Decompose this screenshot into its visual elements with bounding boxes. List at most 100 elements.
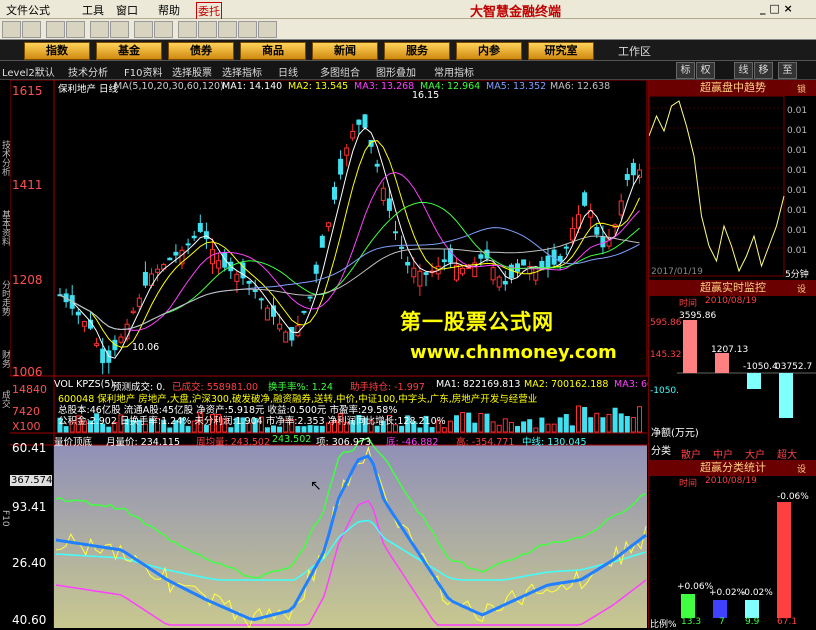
tab-move[interactable]: 移 <box>754 62 773 79</box>
tab-right[interactable]: 权 <box>696 62 715 79</box>
split-icon[interactable] <box>258 21 277 38</box>
nav-bond[interactable]: 债券 <box>168 42 234 60</box>
nav-news[interactable]: 新闻 <box>312 42 378 60</box>
candle-body <box>624 174 630 180</box>
menu-tools[interactable]: 工具 <box>82 2 104 18</box>
candle-body <box>630 162 636 176</box>
nav-insider[interactable]: 内参 <box>456 42 522 60</box>
sub-daily[interactable]: 日线 <box>278 64 298 79</box>
nav-fund[interactable]: 基金 <box>96 42 162 60</box>
candle-body <box>344 147 350 156</box>
sub-tech[interactable]: 技术分析 <box>68 64 108 79</box>
volume-bar <box>624 416 630 433</box>
nav-service[interactable]: 服务 <box>384 42 450 60</box>
nav-index[interactable]: 指数 <box>24 42 90 60</box>
volume-bar <box>429 427 435 433</box>
nav-bar: 指数 基金 债券 商品 新闻 服务 内参 研究室 工作区 <box>0 40 816 61</box>
candle-body <box>283 331 289 343</box>
cat-retail: 散户 <box>681 450 701 461</box>
tab-to[interactable]: 至 <box>778 62 797 79</box>
candle-body <box>490 267 496 281</box>
candle-body <box>563 246 569 249</box>
pct-xlarge: -0.06% <box>777 492 809 502</box>
menu-window[interactable]: 窗口 <box>116 2 138 18</box>
nav-research[interactable]: 研究室 <box>528 42 594 60</box>
candle-body <box>380 187 386 201</box>
volume-bar <box>527 419 533 433</box>
ind-y-1: 60.41 <box>12 441 47 455</box>
left-tab-basic[interactable]: 基本资料 <box>0 210 10 260</box>
volume-bar <box>374 425 380 433</box>
tab-line[interactable]: 线 <box>734 62 753 79</box>
menu-trade[interactable]: 委托 <box>196 2 222 20</box>
candle-body <box>582 192 588 206</box>
volume-bar <box>569 425 575 433</box>
trend-lock-tab[interactable]: 锁 <box>797 82 806 95</box>
volume-bar <box>539 417 545 433</box>
volume-bar <box>484 413 490 433</box>
vol-y-14840: 14840 <box>12 383 47 396</box>
sub-f10[interactable]: F10资料 <box>124 64 162 79</box>
flag-icon[interactable] <box>2 21 21 38</box>
candle-body <box>197 223 203 232</box>
sub-multi[interactable]: 多图组合 <box>320 64 360 79</box>
sub-select-indicator[interactable]: 选择指标 <box>222 64 262 79</box>
left-tab-finance[interactable]: 财务 <box>0 350 10 380</box>
candle-body <box>521 259 527 266</box>
trend-period[interactable]: 5分钟 <box>785 267 809 280</box>
sub-common[interactable]: 常用指标 <box>434 64 474 79</box>
stock-fundamentals-2: 公积金:2.902 日换手率:1.24% 未分利润:1.904 市净率:2.35… <box>58 416 446 427</box>
candle-body <box>264 307 270 321</box>
trend-title: 超赢盘中趋势 <box>700 81 766 94</box>
monitor-date: 2010/08/19 <box>705 296 757 306</box>
volume-bar <box>106 426 112 433</box>
chart-icon[interactable] <box>46 21 65 38</box>
monitor-val-2: 1207.13 <box>711 345 749 355</box>
news-icon[interactable] <box>134 21 153 38</box>
monitor-val-3: -1050.4 <box>743 362 778 372</box>
sub-select-stock[interactable]: 选择股票 <box>172 64 212 79</box>
candle-body <box>423 272 429 275</box>
menu-formula[interactable]: 公式 <box>28 2 50 18</box>
candle-body <box>130 310 136 314</box>
grid-icon[interactable] <box>22 21 41 38</box>
monitor-settings-tab[interactable]: 设 <box>797 282 806 295</box>
tab-mark[interactable]: 标 <box>676 62 695 79</box>
watermark-title: 第一股票公式网 <box>400 310 554 334</box>
people-icon[interactable] <box>90 21 109 38</box>
high-marker: 16.15 <box>412 90 440 101</box>
left-tab-deal[interactable]: 成交 <box>0 390 10 420</box>
money-icon[interactable] <box>110 21 129 38</box>
sub-level2[interactable]: Level2默认 <box>2 64 55 79</box>
info-icon[interactable] <box>198 21 217 38</box>
candle-body <box>356 119 362 125</box>
ratio-label: 比例% <box>650 620 677 630</box>
trend-line <box>649 100 785 273</box>
sub-overlay[interactable]: 图形叠加 <box>376 64 416 79</box>
classify-settings-tab[interactable]: 设 <box>797 462 806 475</box>
menu-file[interactable]: 文件 <box>6 2 28 18</box>
candle-body <box>374 163 380 167</box>
candle-body <box>136 297 142 307</box>
left-tab-f10[interactable]: F10 <box>0 510 10 540</box>
left-tab-tech[interactable]: 技术分析 <box>0 140 10 190</box>
bar-chart-icon[interactable] <box>66 21 85 38</box>
candle-body <box>569 227 575 241</box>
candle-body <box>350 130 356 139</box>
kline-chart-area[interactable]: 保利地产 日线 MA(5,10,20,30,60,120) MA1: 14.14… <box>10 80 659 628</box>
left-tab-tick[interactable]: 分时走势 <box>0 280 10 330</box>
search-icon[interactable] <box>178 21 197 38</box>
volume-bar <box>466 412 472 433</box>
nav-commodity[interactable]: 商品 <box>240 42 306 60</box>
menu-help[interactable]: 帮助 <box>158 2 180 18</box>
vol-ma2: MA2: 700162.188 <box>524 379 609 390</box>
candle-body <box>447 248 453 263</box>
candle-body <box>100 348 106 364</box>
window-controls[interactable]: _ □ × <box>760 2 793 15</box>
ind-monthly: 月量价: 234.115 <box>106 437 181 448</box>
workspace-tab[interactable]: 工作区 <box>618 43 651 59</box>
star-icon[interactable] <box>154 21 173 38</box>
layout-icon[interactable] <box>218 21 237 38</box>
window-icon[interactable] <box>238 21 257 38</box>
volume-bar <box>313 425 319 433</box>
